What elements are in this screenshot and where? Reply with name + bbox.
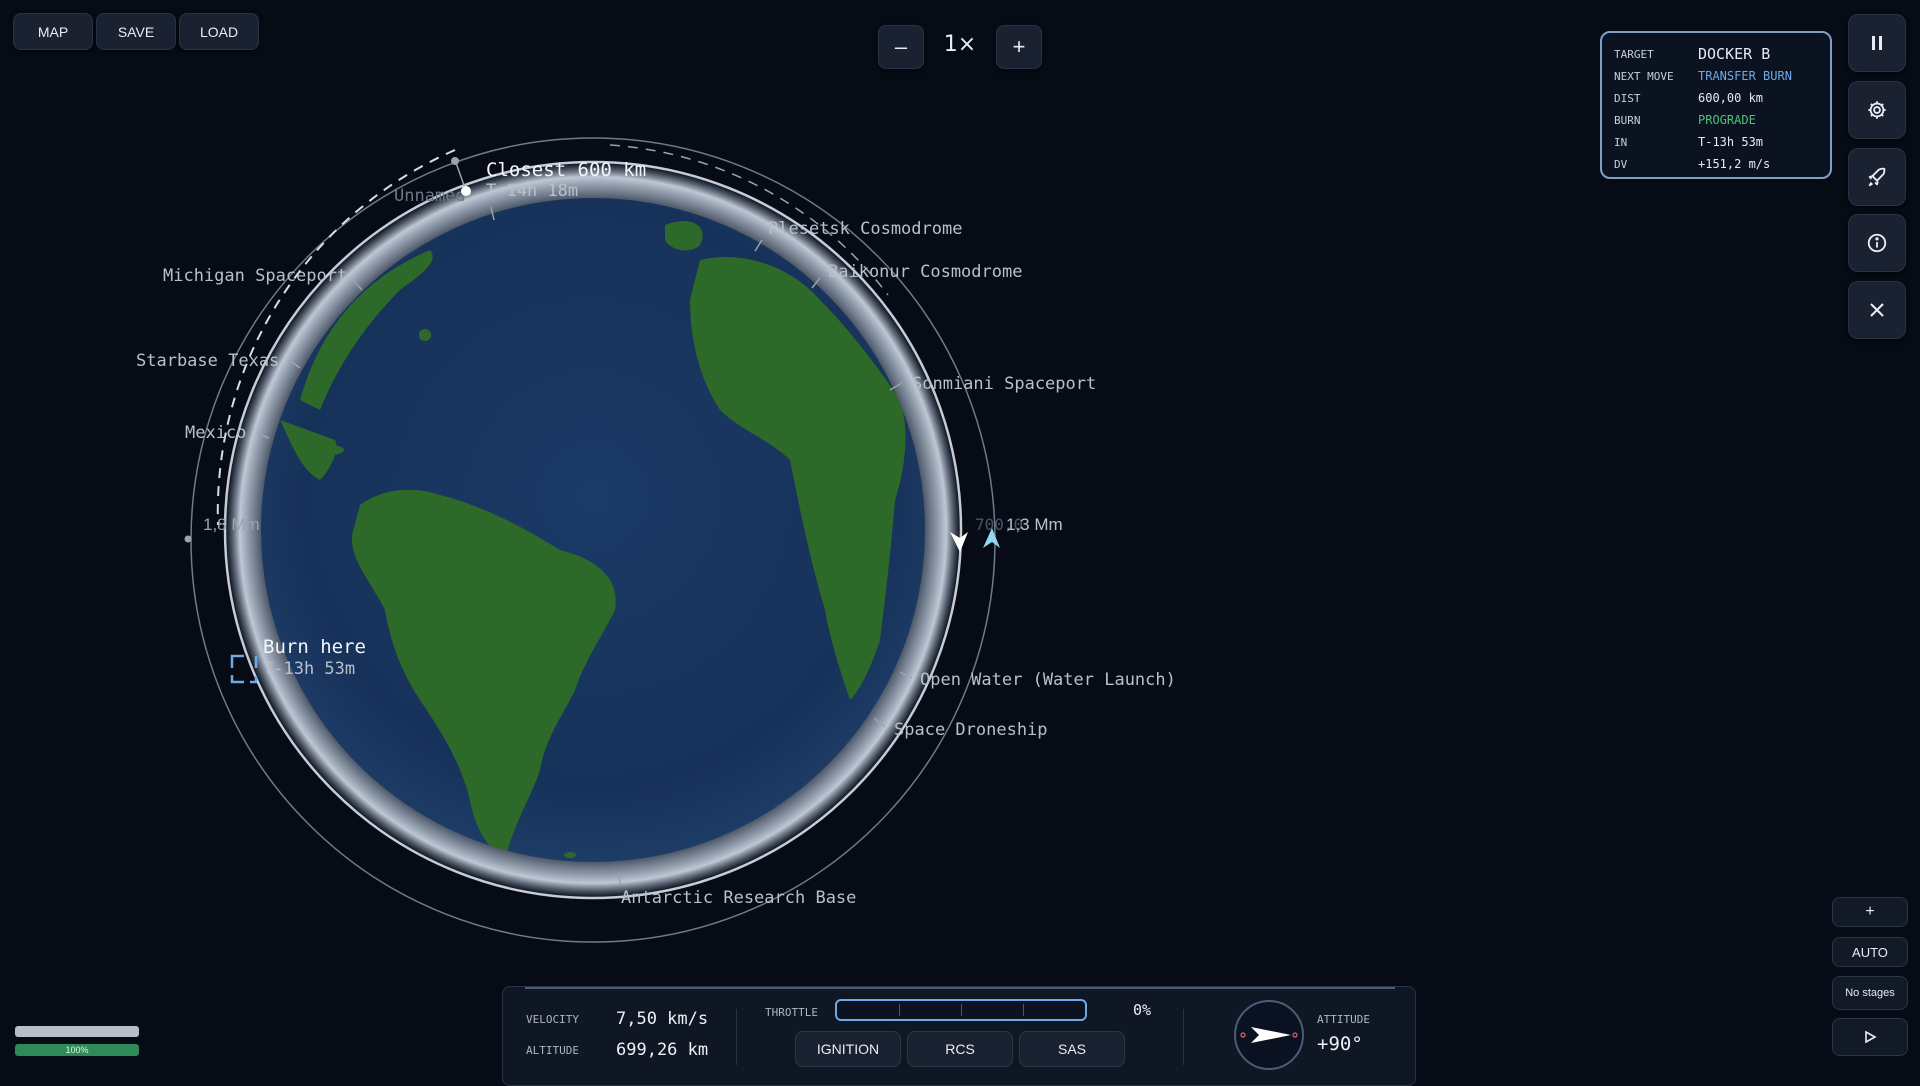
site-label-plesetsk[interactable]: Plesetsk Cosmodrome: [768, 219, 962, 239]
burn-here-title: Burn here: [263, 636, 366, 658]
info-key: DV: [1614, 157, 1628, 171]
info-row-dv: DV +151,2 m/s: [1614, 153, 1818, 175]
site-label-michigan[interactable]: Michigan Spaceport: [163, 266, 347, 286]
panel-top-accent: [525, 987, 1395, 989]
telemetry-panel: VELOCITY 7,50 km/s ALTITUDE 699,26 km TH…: [502, 986, 1416, 1086]
divider: [736, 1009, 737, 1065]
burn-here-time: T-13h 53m: [263, 659, 355, 679]
info-row-burn: BURN PROGRADE: [1614, 109, 1818, 131]
altitude-value: 699,26 km: [616, 1040, 709, 1060]
play-stage-button[interactable]: [1832, 1018, 1908, 1056]
throttle-tick: [961, 1004, 962, 1016]
info-key: TARGET: [1614, 47, 1654, 61]
fuel-bar: 100%: [15, 1044, 139, 1056]
settings-button[interactable]: [1848, 81, 1906, 139]
throttle-tick: [899, 1004, 900, 1016]
throttle-label: THROTTLE: [765, 1006, 818, 1019]
info-value-target: DOCKER B: [1698, 45, 1771, 63]
resource-bar: [15, 1026, 139, 1037]
throttle-value: 0%: [1133, 1001, 1152, 1019]
rocket-icon: [1868, 167, 1886, 187]
divider: [1183, 1009, 1184, 1065]
info-row-next-move: NEXT MOVE TRANSFER BURN: [1614, 65, 1818, 87]
no-stages-label: No stages: [1832, 976, 1908, 1010]
target-info-panel: TARGET DOCKER B NEXT MOVE TRANSFER BURN …: [1600, 31, 1832, 179]
site-label-mexico[interactable]: Mexico: [185, 423, 246, 443]
info-value-next-move: TRANSFER BURN: [1698, 69, 1792, 83]
play-icon: [1865, 1030, 1877, 1044]
pause-icon: [1872, 36, 1882, 50]
closest-approach-title: Closest 600 km: [486, 159, 646, 181]
throttle-slider[interactable]: [835, 999, 1087, 1021]
info-key: DIST: [1614, 91, 1641, 105]
throttle-tick: [1023, 1004, 1024, 1016]
site-label-droneship[interactable]: Space Droneship: [894, 720, 1048, 740]
distance-right-label: 1,3 Mm: [1006, 515, 1063, 534]
altitude-label: ALTITUDE: [526, 1044, 579, 1057]
add-stage-button[interactable]: +: [1832, 897, 1908, 927]
close-icon: [1870, 303, 1884, 317]
info-icon: [1867, 233, 1887, 253]
site-label-starbase[interactable]: Starbase Texas: [136, 351, 279, 371]
distance-left-label: 1,8 Mm: [203, 515, 260, 534]
info-button[interactable]: [1848, 214, 1906, 272]
auto-stage-button[interactable]: AUTO: [1832, 937, 1908, 967]
launch-button[interactable]: [1848, 148, 1906, 206]
site-label-baikonur[interactable]: Baikonur Cosmodrome: [828, 262, 1022, 282]
sas-button[interactable]: SAS: [1019, 1031, 1125, 1067]
fuel-percent-label: 100%: [65, 1045, 89, 1055]
attitude-label: ATTITUDE: [1317, 1013, 1370, 1026]
site-label-sonmiani[interactable]: Sonmiani Spaceport: [912, 374, 1096, 394]
info-value-dv: +151,2 m/s: [1698, 157, 1771, 171]
pause-button[interactable]: [1848, 14, 1906, 72]
gear-icon: [1868, 101, 1886, 119]
info-value-burn: PROGRADE: [1698, 113, 1756, 127]
rcs-button[interactable]: RCS: [907, 1031, 1013, 1067]
info-value-in: T-13h 53m: [1698, 135, 1764, 149]
attitude-indicator[interactable]: [1233, 999, 1305, 1071]
site-label-hidden: Unnamed: [394, 186, 466, 206]
velocity-label: VELOCITY: [526, 1013, 579, 1026]
info-key: NEXT MOVE: [1614, 69, 1674, 83]
apoapsis-dot: [184, 535, 192, 543]
attitude-value: +90°: [1317, 1033, 1363, 1055]
site-label-antarctic[interactable]: Antarctic Research Base: [621, 888, 856, 908]
velocity-value: 7,50 km/s: [616, 1009, 709, 1029]
info-key: IN: [1614, 135, 1628, 149]
ignition-button[interactable]: IGNITION: [795, 1031, 901, 1067]
closest-approach-dot[interactable]: [461, 186, 471, 196]
info-value-dist: 600,00 km: [1698, 91, 1764, 105]
info-row-dist: DIST 600,00 km: [1614, 87, 1818, 109]
info-row-in: IN T-13h 53m: [1614, 131, 1818, 153]
closest-approach-time: T-14h 18m: [486, 181, 578, 201]
target-position-dot: [451, 157, 459, 165]
site-label-open-water[interactable]: Open Water (Water Launch): [920, 670, 1176, 690]
close-button[interactable]: [1848, 281, 1906, 339]
info-key: BURN: [1614, 113, 1641, 127]
info-row-target: TARGET DOCKER B: [1614, 43, 1818, 65]
